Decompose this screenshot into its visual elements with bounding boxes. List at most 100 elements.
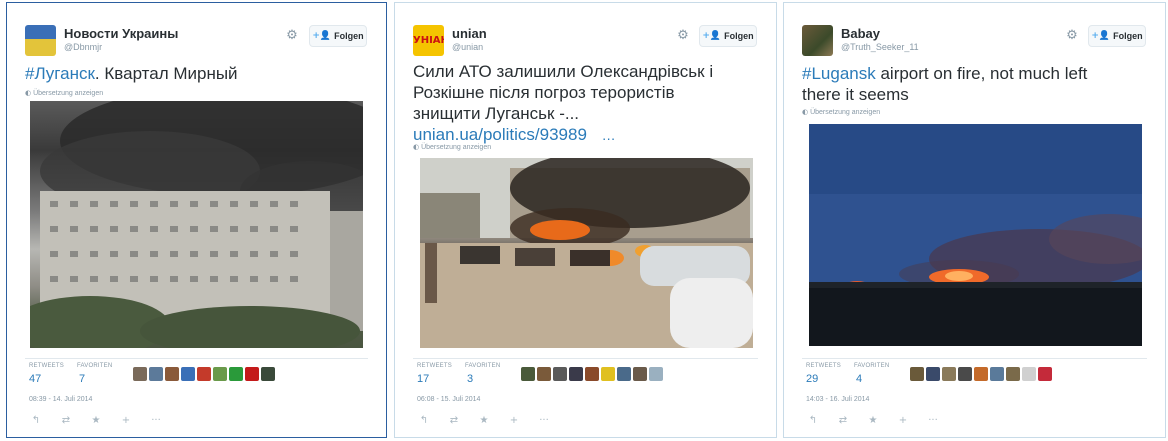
favoriter-avatar[interactable] <box>261 367 275 381</box>
follow-button[interactable]: +👤 Folgen <box>699 25 757 47</box>
translate-link[interactable]: ◐ Übersetzung anzeigen <box>802 108 880 116</box>
avatar[interactable] <box>802 25 833 56</box>
retweets-label: RETWEETS <box>29 363 64 369</box>
follow-action-icon[interactable]: + <box>119 415 133 426</box>
follow-action-icon[interactable]: + <box>507 415 521 426</box>
tweet-photo[interactable] <box>420 158 753 348</box>
globe-icon: ◐ <box>413 143 420 151</box>
favoriter-avatar[interactable] <box>181 367 195 381</box>
star-icon[interactable]: ★ <box>89 415 103 426</box>
favoriters-list <box>910 367 1052 381</box>
favoriter-avatar[interactable] <box>521 367 535 381</box>
avatar[interactable] <box>25 25 56 56</box>
retweets-count[interactable]: 17 <box>417 373 429 385</box>
favoriter-avatar[interactable] <box>990 367 1004 381</box>
tweet-card: УНІАН unian @unian ⚙ +👤 Folgen Сили АТО … <box>394 2 777 438</box>
tweet-text: #Lugansk airport on fire, not much left … <box>802 63 1087 105</box>
gear-icon[interactable]: ⚙ <box>1065 29 1079 43</box>
translate-label: Übersetzung anzeigen <box>421 144 492 151</box>
favoriter-avatar[interactable] <box>633 367 647 381</box>
favoriter-avatar[interactable] <box>958 367 972 381</box>
favorites-count[interactable]: 7 <box>79 373 85 385</box>
favoriter-avatar[interactable] <box>229 367 243 381</box>
tweet-stats: RETWEETS 29 FAVORITEN 4 <box>802 361 1142 389</box>
user-handle[interactable]: @Dbnmjr <box>64 42 102 52</box>
favoriters-list <box>133 367 275 381</box>
favoriter-avatar[interactable] <box>197 367 211 381</box>
retweets-label: RETWEETS <box>806 363 841 369</box>
timestamp[interactable]: 14:03 - 16. Juli 2014 <box>806 396 869 403</box>
retweet-icon[interactable]: ⇄ <box>447 415 461 426</box>
user-fullname[interactable]: unian <box>452 26 487 41</box>
tweet-card: Новости Украины @Dbnmjr ⚙ +👤 Folgen #Луг… <box>6 2 387 438</box>
user-fullname[interactable]: Новости Украины <box>64 26 178 41</box>
retweets-label: RETWEETS <box>417 363 452 369</box>
timestamp[interactable]: 08:39 - 14. Juli 2014 <box>29 396 92 403</box>
divider <box>413 358 758 359</box>
reply-icon[interactable]: ↰ <box>29 415 43 426</box>
user-handle[interactable]: @unian <box>452 42 483 52</box>
follow-label: Folgen <box>1113 31 1143 41</box>
hashtag-link[interactable]: #Луганск <box>25 64 95 83</box>
favoriter-avatar[interactable] <box>617 367 631 381</box>
tweet-stats: RETWEETS 17 FAVORITEN 3 <box>413 361 753 389</box>
retweets-count[interactable]: 29 <box>806 373 818 385</box>
favoriter-avatar[interactable] <box>133 367 147 381</box>
favorites-label: FAVORITEN <box>465 363 501 369</box>
retweet-icon[interactable]: ⇄ <box>836 415 850 426</box>
favoriter-avatar[interactable] <box>1022 367 1036 381</box>
hashtag-link[interactable]: #Lugansk <box>802 64 876 83</box>
favorites-count[interactable]: 3 <box>467 373 473 385</box>
globe-icon: ◐ <box>25 89 32 97</box>
favoriter-avatar[interactable] <box>1038 367 1052 381</box>
favoriter-avatar[interactable] <box>649 367 663 381</box>
more-icon[interactable]: ··· <box>149 415 163 426</box>
timestamp[interactable]: 06:08 - 15. Juli 2014 <box>417 396 480 403</box>
translate-label: Übersetzung anzeigen <box>810 109 881 116</box>
follow-button[interactable]: +👤 Folgen <box>1088 25 1146 47</box>
favoriter-avatar[interactable] <box>553 367 567 381</box>
more-icon[interactable]: ··· <box>926 415 940 426</box>
reply-icon[interactable]: ↰ <box>806 415 820 426</box>
favoriter-avatar[interactable] <box>910 367 924 381</box>
gear-icon[interactable]: ⚙ <box>285 29 299 43</box>
user-fullname[interactable]: Babay <box>841 26 880 41</box>
gear-icon[interactable]: ⚙ <box>676 29 690 43</box>
globe-icon: ◐ <box>802 108 809 116</box>
favoriter-avatar[interactable] <box>601 367 615 381</box>
user-handle[interactable]: @Truth_Seeker_11 <box>841 42 919 52</box>
favoriters-list <box>521 367 663 381</box>
translate-label: Übersetzung anzeigen <box>33 90 104 97</box>
star-icon[interactable]: ★ <box>866 415 880 426</box>
favoriter-avatar[interactable] <box>585 367 599 381</box>
tweet-text-body: airport on fire, not much left <box>875 64 1088 83</box>
retweet-icon[interactable]: ⇄ <box>59 415 73 426</box>
favoriter-avatar[interactable] <box>1006 367 1020 381</box>
link-ellipsis[interactable]: … <box>602 127 616 143</box>
favoriter-avatar[interactable] <box>942 367 956 381</box>
favoriter-avatar[interactable] <box>149 367 163 381</box>
translate-link[interactable]: ◐ Übersetzung anzeigen <box>25 89 103 97</box>
favoriter-avatar[interactable] <box>537 367 551 381</box>
favoriter-avatar[interactable] <box>974 367 988 381</box>
photo-airport-fire <box>809 124 1142 346</box>
avatar-logo-text: УНІАН <box>413 35 444 46</box>
avatar[interactable]: УНІАН <box>413 25 444 56</box>
tweet-card: Babay @Truth_Seeker_11 ⚙ +👤 Folgen #Luga… <box>783 2 1166 438</box>
favoriter-avatar[interactable] <box>165 367 179 381</box>
favoriter-avatar[interactable] <box>213 367 227 381</box>
favoriter-avatar[interactable] <box>245 367 259 381</box>
more-icon[interactable]: ··· <box>537 415 551 426</box>
retweets-count[interactable]: 47 <box>29 373 41 385</box>
tweet-photo[interactable] <box>30 101 363 348</box>
follow-button[interactable]: +👤 Folgen <box>309 25 367 47</box>
favoriter-avatar[interactable] <box>926 367 940 381</box>
tweet-link[interactable]: unian.ua/politics/93989 <box>413 125 587 144</box>
reply-icon[interactable]: ↰ <box>417 415 431 426</box>
follow-action-icon[interactable]: + <box>896 415 910 426</box>
translate-link[interactable]: ◐ Übersetzung anzeigen <box>413 143 491 151</box>
tweet-photo[interactable] <box>809 124 1142 346</box>
favoriter-avatar[interactable] <box>569 367 583 381</box>
star-icon[interactable]: ★ <box>477 415 491 426</box>
favorites-count[interactable]: 4 <box>856 373 862 385</box>
